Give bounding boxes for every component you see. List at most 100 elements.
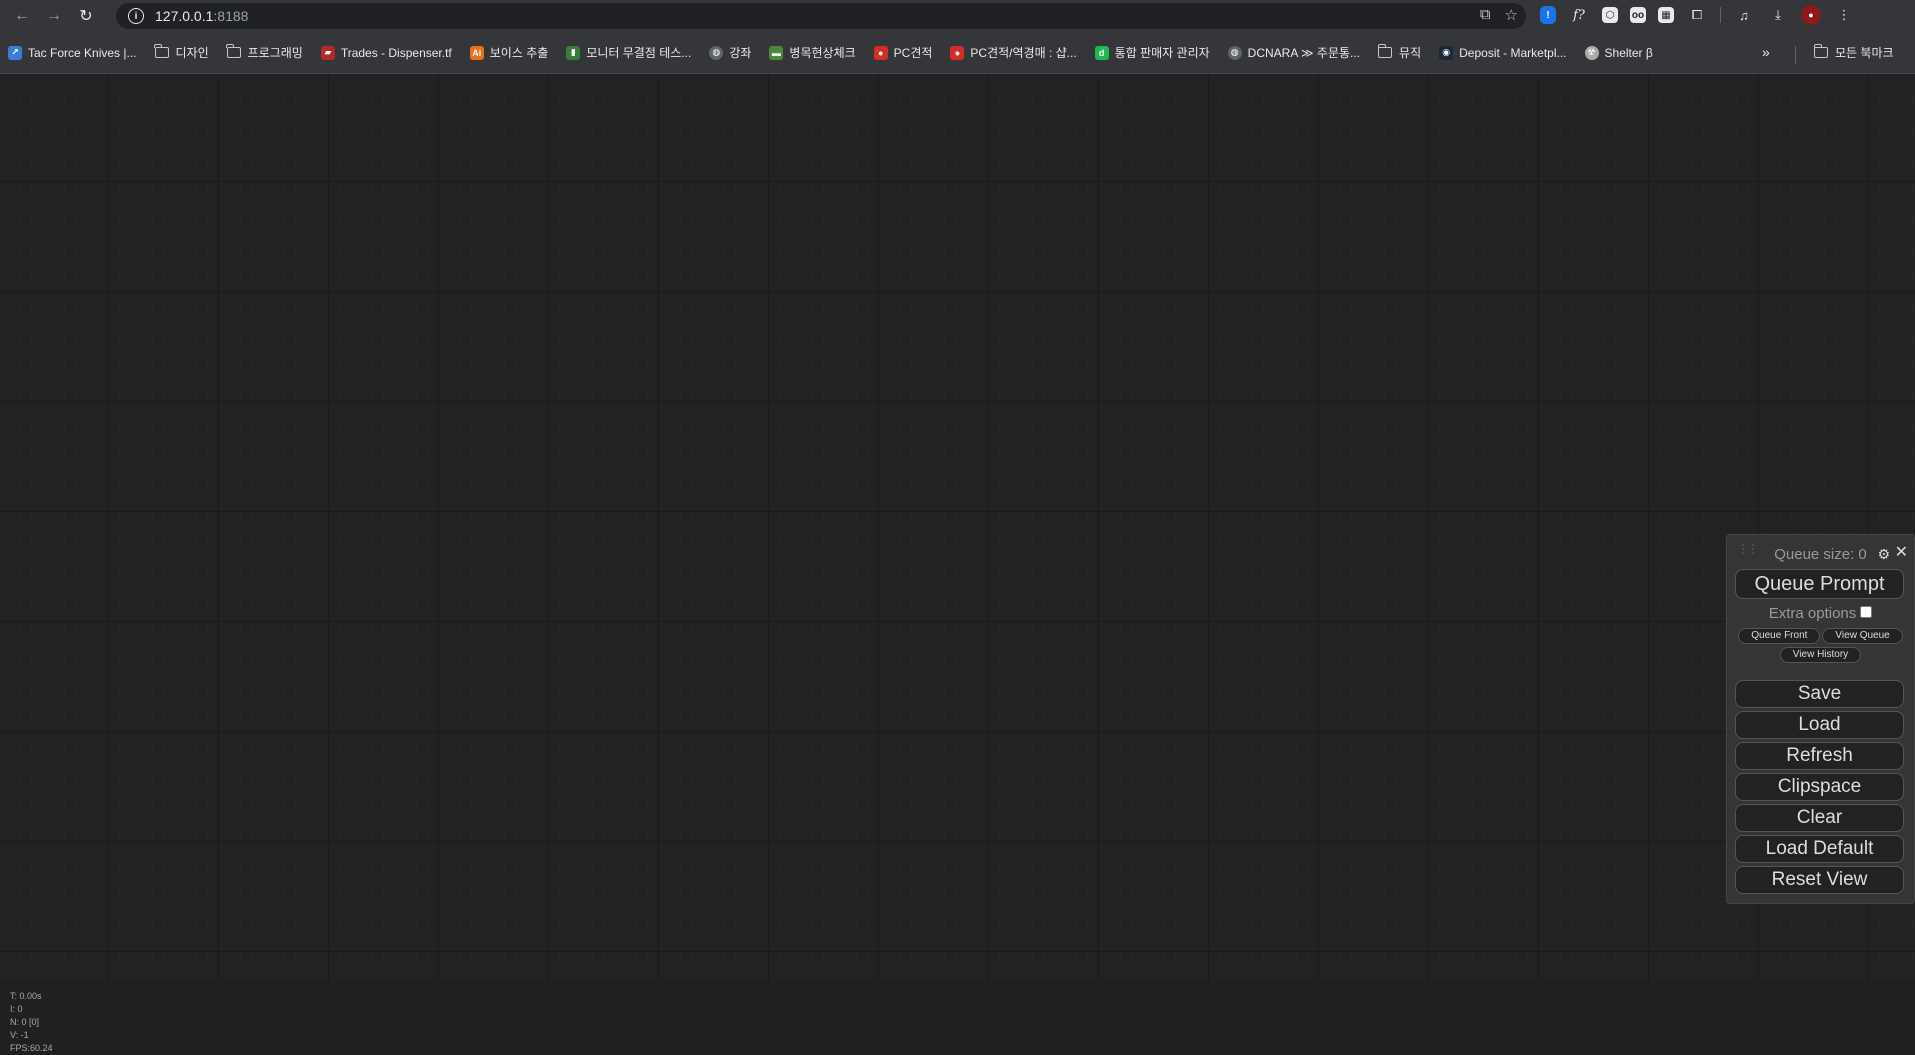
extensions-bar: ! f? ⬡ oo ▦ ⧠ ♫ ⤓ ● ⋮: [1540, 4, 1855, 26]
clipspace-button[interactable]: Clipspace: [1735, 773, 1904, 801]
puzzle-extensions-icon[interactable]: ⧠: [1686, 4, 1708, 26]
folder-icon: [226, 44, 241, 58]
globe-icon: ◍: [709, 45, 724, 60]
queue-front-button[interactable]: Queue Front: [1738, 628, 1821, 644]
monitor-test-icon: ▮: [566, 45, 581, 60]
folder-icon: [1377, 44, 1393, 58]
shelter-icon: ☢: [1584, 45, 1599, 60]
bookmark-item[interactable]: ↗ Tac Force Knives |...: [8, 45, 137, 60]
all-bookmarks-button[interactable]: 모든 북마크: [1813, 44, 1894, 61]
bookmark-label: Trades - Dispenser.tf: [340, 45, 452, 60]
queue-size-label: Queue size: 0: [1774, 545, 1867, 563]
shield-extension-icon[interactable]: !: [1540, 6, 1556, 24]
bookmark-label: PC견적: [893, 46, 933, 60]
kebab-menu-icon[interactable]: ⋮: [1833, 4, 1855, 26]
bookmark-label: 보이스 추출: [489, 46, 549, 60]
steam-icon: ◉: [1439, 45, 1454, 60]
bookmark-item[interactable]: ☢ Shelter β: [1584, 45, 1653, 60]
bookmark-label: 통합 판매자 관리자: [1114, 46, 1210, 60]
bookmark-item[interactable]: ◍ 강좌: [709, 44, 751, 61]
d-icon: d: [1094, 45, 1109, 60]
load-default-button[interactable]: Load Default: [1735, 835, 1904, 863]
voice-icon: Ai: [469, 45, 484, 60]
stat-time: T: 0.00s: [10, 991, 42, 1001]
clear-button[interactable]: Clear: [1735, 804, 1904, 832]
hexagon-extension-icon[interactable]: ⬡: [1602, 7, 1618, 23]
download-icon[interactable]: ⤓: [1767, 4, 1789, 26]
url-text[interactable]: 127.0.0.1:8188: [155, 8, 248, 24]
bookmark-star-icon[interactable]: ☆: [1505, 6, 1518, 24]
bookmark-item[interactable]: ▰ Trades - Dispenser.tf: [320, 45, 452, 60]
bookmark-label: 병목현상체크: [789, 46, 856, 60]
bookmarks-divider: [1795, 46, 1796, 64]
pc-icon: ●: [873, 45, 888, 60]
bookmark-label: 강좌: [729, 46, 752, 60]
bookmark-label: 프로그래밍: [247, 46, 303, 60]
gear-icon[interactable]: ⚙: [1877, 546, 1890, 563]
stat-nodes: N: 0 [0]: [10, 1017, 40, 1027]
bookmark-item[interactable]: ● PC견적/역경매 : 샵...: [950, 44, 1077, 61]
extra-options-checkbox[interactable]: [1860, 605, 1873, 618]
tacforce-icon: ↗: [8, 45, 22, 60]
glasses-extension-icon[interactable]: oo: [1630, 7, 1646, 23]
media-control-icon[interactable]: ♫: [1733, 4, 1755, 26]
forward-arrow-icon[interactable]: →: [40, 2, 68, 30]
url-host: 127.0.0.1: [155, 8, 214, 24]
globe-icon: ◍: [1227, 45, 1242, 60]
url-port: :8188: [213, 8, 249, 24]
bookmark-label: Tac Force Knives |...: [28, 45, 137, 60]
drag-handle-icon[interactable]: ⋮⋮: [1737, 543, 1759, 560]
bookmark-item[interactable]: ▬ 병목현상체크: [769, 44, 856, 61]
stat-i: I: 0: [10, 1004, 23, 1014]
reload-icon[interactable]: ↻: [72, 2, 100, 30]
folder-icon: [1813, 44, 1828, 58]
all-bookmarks-label: 모든 북마크: [1835, 46, 1894, 60]
menu-spacer: [1735, 663, 1906, 677]
bookmark-item[interactable]: 프로그래밍: [226, 44, 303, 61]
close-icon[interactable]: ✕: [1895, 542, 1908, 562]
bookmark-label: 모니터 무결점 테스...: [586, 46, 692, 60]
folder-icon: [154, 44, 169, 58]
bookmark-item[interactable]: Ai 보이스 추출: [469, 44, 549, 61]
site-info-icon[interactable]: i: [128, 8, 144, 24]
graph-canvas[interactable]: T: 0.00s I: 0 N: 0 [0] V: -1 FPS:60.24: [0, 75, 1915, 1053]
bookmark-item[interactable]: ◉ Deposit - Marketpl...: [1439, 45, 1567, 60]
render-stats: T: 0.00s I: 0 N: 0 [0] V: -1 FPS:60.24: [10, 990, 53, 1055]
translate-icon[interactable]: ⧉: [1480, 6, 1491, 24]
load-button[interactable]: Load: [1735, 711, 1904, 739]
bookmark-item[interactable]: 디자인: [154, 44, 209, 61]
bookmark-item[interactable]: d 통합 판매자 관리자: [1094, 44, 1210, 61]
save-button[interactable]: Save: [1735, 680, 1904, 708]
pc-auction-icon: ●: [950, 45, 965, 60]
bookmark-item[interactable]: 뮤직: [1377, 44, 1422, 61]
queue-actions-row: Queue Front View Queue: [1735, 628, 1906, 644]
bookmark-label: DCNARA ≫ 주문통...: [1247, 46, 1361, 60]
bookmark-label: 디자인: [175, 46, 209, 60]
stat-fps: FPS:60.24: [10, 1043, 53, 1053]
queue-prompt-button[interactable]: Queue Prompt: [1735, 569, 1904, 599]
bookmark-item[interactable]: ◍ DCNARA ≫ 주문통...: [1227, 44, 1361, 61]
dispenser-icon: ▰: [320, 45, 335, 60]
image-extension-icon[interactable]: ▦: [1658, 7, 1674, 23]
bookmarks-bar: ↗ Tac Force Knives |... 디자인 프로그래밍 ▰ Trades - …: [0, 32, 1915, 74]
bookmark-label: 뮤직: [1399, 46, 1422, 60]
font-extension-icon[interactable]: f?: [1568, 4, 1590, 26]
view-history-button[interactable]: View History: [1779, 647, 1862, 663]
reset-view-button[interactable]: Reset View: [1735, 866, 1904, 894]
refresh-button[interactable]: Refresh: [1735, 742, 1904, 770]
bookmark-label: Deposit - Marketpl...: [1459, 45, 1567, 60]
bookmark-item[interactable]: ● PC견적: [873, 44, 933, 61]
bookmark-label: Shelter β: [1604, 45, 1653, 60]
bottleneck-icon: ▬: [769, 45, 784, 60]
address-bar[interactable]: i 127.0.0.1:8188 ⧉ ☆: [116, 3, 1526, 29]
bookmarks-overflow-button[interactable]: »: [1762, 44, 1770, 60]
bookmark-item[interactable]: ▮ 모니터 무결점 테스...: [566, 44, 691, 61]
menu-header: ⋮⋮ Queue size: 0 ⚙ ✕: [1735, 539, 1908, 569]
extra-options-label: Extra options: [1768, 605, 1857, 622]
view-queue-button[interactable]: View Queue: [1822, 628, 1903, 644]
toolbar-divider: [1720, 7, 1721, 23]
back-arrow-icon[interactable]: ←: [8, 2, 36, 30]
extra-options-row: Extra options: [1735, 605, 1906, 622]
browser-toolbar: ← → ↻ i 127.0.0.1:8188 ⧉ ☆ ! f? ⬡ oo ▦ ⧠…: [0, 0, 1915, 32]
profile-avatar[interactable]: ●: [1801, 5, 1821, 25]
